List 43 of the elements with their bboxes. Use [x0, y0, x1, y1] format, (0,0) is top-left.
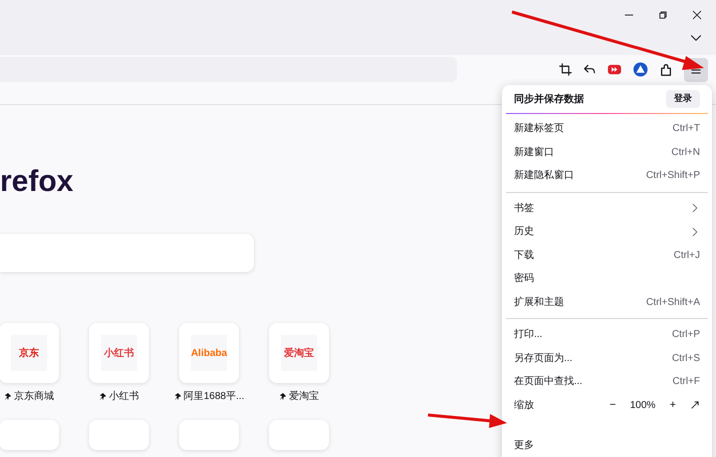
menu-item[interactable]: 新建窗口 Ctrl+N [502, 140, 712, 164]
triangle-logo-icon[interactable] [633, 62, 648, 77]
tile-label[interactable]: 小红书 [109, 389, 139, 404]
crop-icon[interactable] [559, 63, 572, 76]
site-logo: Alibaba [191, 335, 227, 371]
site-logo: 小红书 [101, 335, 137, 371]
chevron-right-icon[interactable] [690, 203, 700, 214]
menu-item[interactable]: 扩展和主题 Ctrl+Shift+A [502, 290, 712, 314]
tile-label[interactable]: 爱淘宝 [289, 389, 319, 404]
site-logo: 爱淘宝 [281, 335, 317, 371]
shortcut-tile[interactable]: 京东 [0, 323, 59, 383]
shortcut-tile[interactable] [269, 420, 329, 450]
shortcut-tile[interactable]: 爱淘宝 [269, 323, 329, 383]
tile-label[interactable]: 阿里1688平... [184, 389, 244, 404]
menu-item[interactable]: 打印... Ctrl+P [502, 323, 712, 346]
sign-in-button[interactable]: 登录 [666, 90, 700, 108]
sync-title: 同步并保存数据 [514, 92, 584, 106]
zoom-level[interactable]: 100% [630, 398, 656, 413]
tile-label[interactable]: 京东商城 [14, 389, 54, 404]
video-play-icon[interactable] [607, 62, 622, 77]
close-icon[interactable] [692, 10, 702, 20]
shortcut-tile[interactable] [89, 420, 149, 450]
chevron-right-icon[interactable] [690, 226, 700, 237]
brand-wordmark: refox [0, 167, 74, 199]
restore-icon[interactable] [658, 10, 668, 20]
menu-item[interactable]: 新建标签页 Ctrl+T [502, 117, 712, 140]
menu-item[interactable]: 密码 [502, 267, 712, 290]
shortcut-tile[interactable] [0, 420, 59, 450]
undo-arrow-icon[interactable] [583, 63, 596, 76]
menu-item[interactable]: 另存页面为... Ctrl+S [502, 346, 712, 370]
fullscreen-icon[interactable] [690, 400, 700, 410]
menu-item[interactable]: 历史 [502, 220, 712, 244]
shortcut-tile[interactable] [179, 420, 239, 450]
site-logo: 京东 [11, 335, 47, 371]
menu-item[interactable]: 更多 [502, 434, 712, 457]
shortcut-tile[interactable]: 小红书 [89, 323, 149, 383]
zoom-in-button[interactable]: + [668, 397, 678, 414]
menu-item[interactable]: 下载 Ctrl+J [502, 244, 712, 267]
menu-item[interactable]: 新建隐私窗口 Ctrl+Shift+P [502, 164, 712, 188]
menu-item[interactable]: 在页面中查找... Ctrl+F [502, 370, 712, 394]
zoom-out-button[interactable]: − [608, 397, 618, 414]
menu-item[interactable]: 书签 [502, 196, 712, 220]
search-field[interactable] [0, 234, 254, 272]
